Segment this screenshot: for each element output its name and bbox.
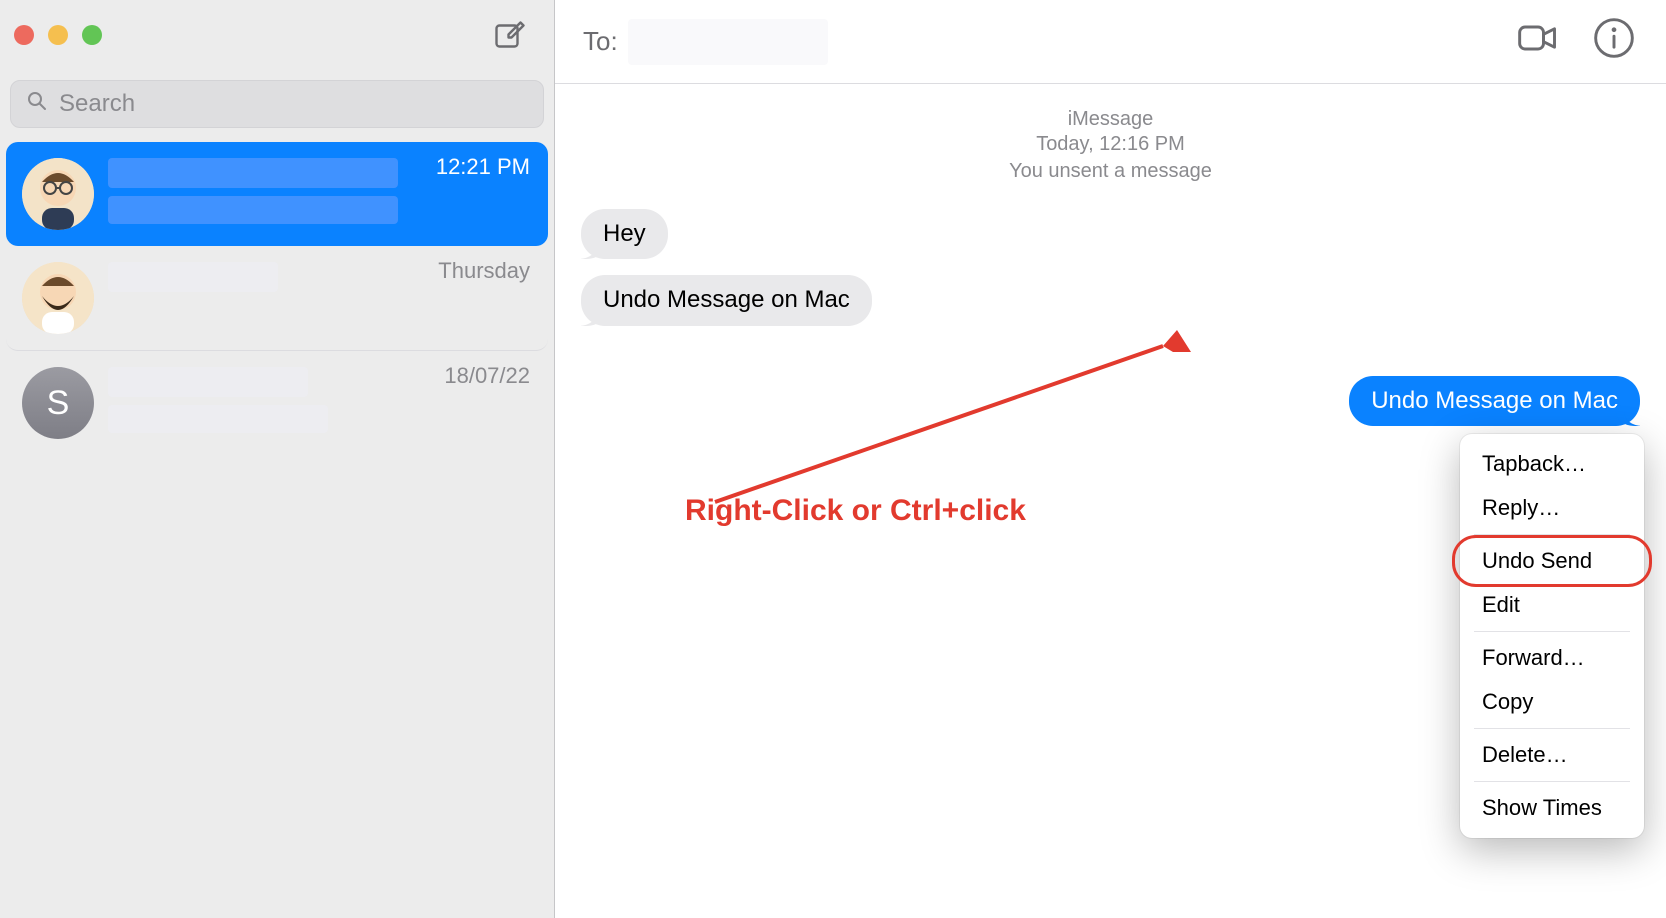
conversation-timestamp: Thursday bbox=[438, 258, 530, 284]
meta-service: iMessage bbox=[555, 108, 1666, 131]
search-icon bbox=[25, 89, 59, 120]
conversation-timestamp: 18/07/22 bbox=[444, 363, 530, 389]
meta-time: Today, 12:16 PM bbox=[555, 133, 1666, 156]
context-menu-item[interactable]: Forward… bbox=[1460, 636, 1644, 680]
context-menu-separator bbox=[1474, 631, 1630, 632]
message-bubble-incoming[interactable]: Undo Message on Mac bbox=[581, 275, 872, 325]
message-row: Undo Message on Mac bbox=[555, 368, 1666, 434]
annotation-text: Right-Click or Ctrl+click bbox=[685, 494, 1026, 528]
context-menu-separator bbox=[1474, 534, 1630, 535]
message-preview-redacted bbox=[108, 405, 328, 433]
conversation-meta: iMessage Today, 12:16 PM You unsent a me… bbox=[555, 108, 1666, 183]
context-menu-item[interactable]: Edit bbox=[1460, 583, 1644, 627]
traffic-lights bbox=[14, 25, 102, 45]
compose-message-button[interactable] bbox=[488, 16, 532, 60]
compose-icon bbox=[492, 18, 528, 59]
context-menu: Tapback…Reply… Undo SendEdit Forward…Copy D… bbox=[1460, 434, 1644, 838]
context-menu-separator bbox=[1474, 728, 1630, 729]
contact-name-redacted bbox=[108, 158, 398, 188]
conversation-item[interactable]: 12:21 PM bbox=[6, 142, 548, 246]
to-label: To: bbox=[583, 26, 618, 57]
minimize-window-button[interactable] bbox=[48, 25, 68, 45]
search-input[interactable]: Search bbox=[10, 80, 544, 128]
context-menu-item[interactable]: Tapback… bbox=[1460, 442, 1644, 486]
avatar bbox=[22, 158, 94, 230]
chat-body: iMessage Today, 12:16 PM You unsent a me… bbox=[555, 84, 1666, 918]
message-row: Undo Message on Mac bbox=[555, 267, 1666, 333]
conversation-item[interactable]: S 18/07/22 bbox=[6, 351, 548, 455]
chat-header: To: bbox=[555, 0, 1666, 84]
message-row: Hey bbox=[555, 201, 1666, 267]
context-menu-item[interactable]: Delete… bbox=[1460, 733, 1644, 777]
meta-status: You unsent a message bbox=[555, 160, 1666, 183]
context-menu-item[interactable]: Undo Send bbox=[1460, 539, 1644, 583]
message-preview-redacted bbox=[108, 196, 398, 224]
message-bubble-incoming[interactable]: Hey bbox=[581, 209, 668, 259]
search-placeholder: Search bbox=[59, 90, 135, 118]
context-menu-separator bbox=[1474, 781, 1630, 782]
context-menu-item[interactable]: Copy bbox=[1460, 680, 1644, 724]
sidebar: Search 12:21 PM bbox=[0, 0, 555, 918]
details-button[interactable] bbox=[1590, 18, 1638, 66]
facetime-icon bbox=[1516, 16, 1560, 67]
info-icon bbox=[1592, 16, 1636, 67]
context-menu-item[interactable]: Reply… bbox=[1460, 486, 1644, 530]
conversation-list: 12:21 PM Thursday S 18/07/22 bbox=[0, 142, 554, 455]
context-menu-item[interactable]: Show Times bbox=[1460, 786, 1644, 830]
avatar: S bbox=[22, 367, 94, 439]
contact-name-redacted bbox=[108, 262, 278, 292]
contact-name-redacted bbox=[108, 367, 308, 397]
chat-pane: To: iMessage Today, 12:16 bbox=[555, 0, 1666, 918]
conversation-timestamp: 12:21 PM bbox=[436, 154, 530, 180]
recipient-name-redacted[interactable] bbox=[628, 19, 828, 65]
maximize-window-button[interactable] bbox=[82, 25, 102, 45]
facetime-button[interactable] bbox=[1514, 18, 1562, 66]
message-bubble-outgoing[interactable]: Undo Message on Mac bbox=[1349, 376, 1640, 426]
avatar bbox=[22, 262, 94, 334]
conversation-item[interactable]: Thursday bbox=[6, 246, 548, 351]
close-window-button[interactable] bbox=[14, 25, 34, 45]
window-title-bar bbox=[0, 0, 554, 70]
